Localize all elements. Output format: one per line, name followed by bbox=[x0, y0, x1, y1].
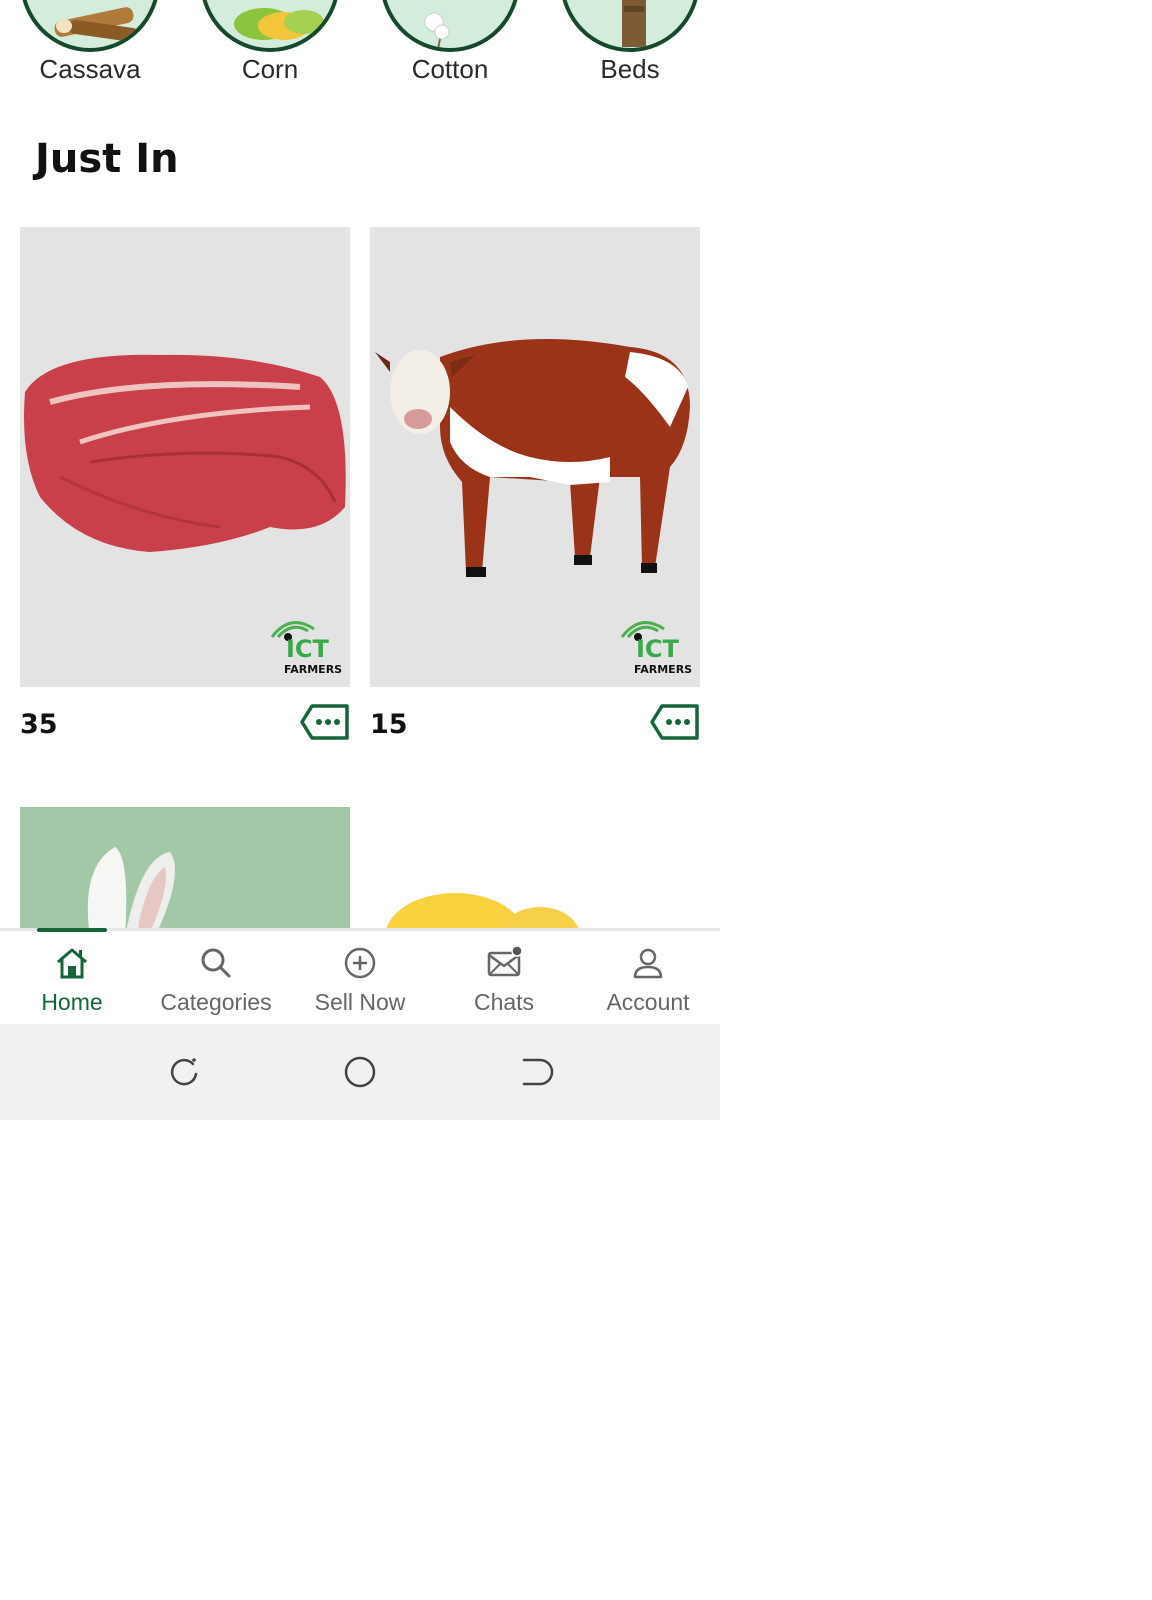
price-tag-icon[interactable] bbox=[300, 703, 350, 741]
bottom-navigation: Home Categories Sell Now Chats Account bbox=[0, 928, 720, 1024]
nav-label: Account bbox=[606, 989, 690, 1015]
nav-label: Chats bbox=[473, 989, 535, 1015]
ict-farmers-logo: ICT FARMERS bbox=[266, 607, 346, 677]
nav-sell-now[interactable]: Sell Now bbox=[288, 931, 432, 1027]
cassava-image bbox=[20, 0, 160, 52]
category-corn[interactable]: Corn bbox=[200, 0, 340, 100]
category-row: Cassava Corn Cotton Beds bbox=[0, 0, 720, 100]
product-card[interactable] bbox=[20, 807, 350, 928]
nav-categories[interactable]: Categories bbox=[144, 931, 288, 1027]
product-image-cow[interactable]: ICT FARMERS bbox=[370, 227, 700, 687]
beds-image bbox=[560, 0, 700, 52]
product-image-beef[interactable]: ICT FARMERS bbox=[20, 227, 350, 687]
product-price: 15 bbox=[370, 709, 408, 740]
category-cassava[interactable]: Cassava bbox=[20, 0, 160, 100]
nav-account[interactable]: Account bbox=[576, 931, 720, 1027]
category-label: Cassava bbox=[39, 54, 141, 84]
search-icon bbox=[201, 948, 231, 978]
nav-home[interactable]: Home bbox=[0, 931, 144, 1027]
category-cotton[interactable]: Cotton bbox=[380, 0, 520, 100]
category-label: Corn bbox=[241, 54, 299, 84]
nav-label: Sell Now bbox=[314, 989, 406, 1015]
product-image-chicks[interactable] bbox=[370, 807, 700, 928]
home-button-icon[interactable] bbox=[342, 1054, 378, 1090]
home-icon bbox=[57, 948, 87, 979]
section-title: Just In bbox=[35, 136, 179, 182]
price-tag-icon[interactable] bbox=[650, 703, 700, 741]
nav-label: Home bbox=[41, 989, 103, 1015]
recent-apps-icon[interactable] bbox=[166, 1054, 202, 1090]
back-icon[interactable] bbox=[518, 1054, 554, 1090]
nav-chats[interactable]: Chats bbox=[432, 931, 576, 1027]
svg-text:ICT: ICT bbox=[286, 635, 330, 663]
mail-icon bbox=[487, 945, 522, 977]
svg-text:ICT: ICT bbox=[636, 635, 680, 663]
plus-circle-icon bbox=[344, 947, 376, 979]
system-navigation-bar bbox=[0, 1024, 720, 1120]
app-screen: Cassava Corn Cotton Beds Just In ICT FAR… bbox=[0, 0, 720, 1120]
category-beds[interactable]: Beds bbox=[560, 0, 700, 100]
product-price: 35 bbox=[20, 709, 58, 740]
cotton-image bbox=[380, 0, 520, 52]
product-image-rabbit[interactable] bbox=[20, 807, 350, 928]
ict-farmers-logo: ICT FARMERS bbox=[616, 607, 696, 677]
svg-text:FARMERS: FARMERS bbox=[284, 663, 342, 676]
product-card[interactable] bbox=[370, 807, 700, 928]
svg-text:FARMERS: FARMERS bbox=[634, 663, 692, 676]
category-label: Cotton bbox=[411, 54, 489, 84]
nav-label: Categories bbox=[160, 989, 272, 1015]
corn-image bbox=[200, 0, 340, 52]
category-label: Beds bbox=[600, 54, 660, 84]
user-icon bbox=[633, 948, 663, 979]
